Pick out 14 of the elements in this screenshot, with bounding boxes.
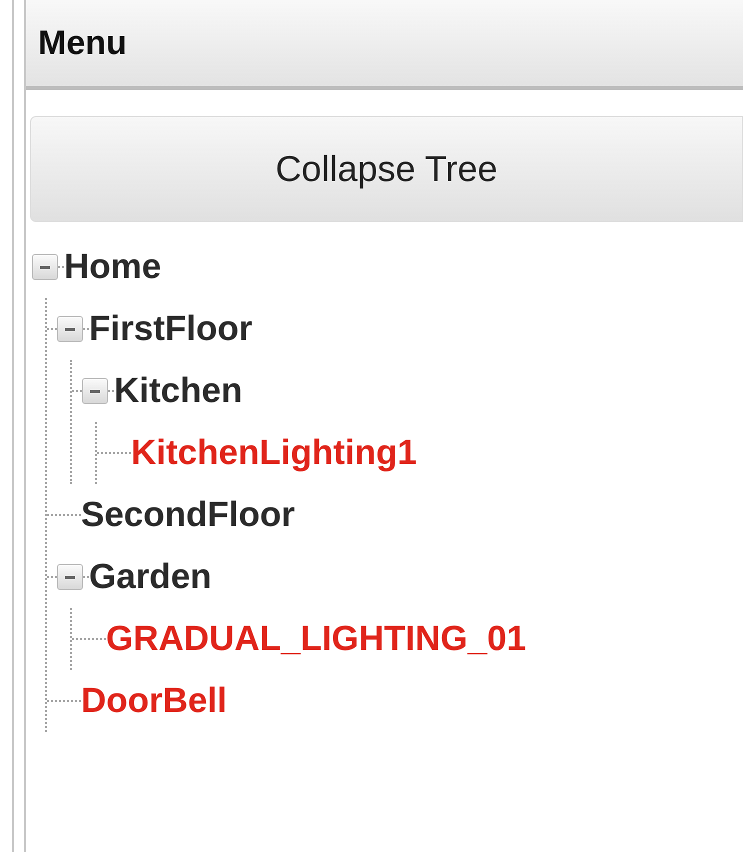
collapse-icon[interactable] — [82, 378, 108, 404]
panel-title: Menu — [38, 22, 127, 64]
tree-item[interactable]: DoorBell — [81, 674, 227, 728]
collapse-icon[interactable] — [32, 254, 58, 280]
tree-item[interactable]: FirstFloor — [89, 302, 252, 356]
tree-item[interactable]: SecondFloor — [81, 488, 295, 542]
tree-item[interactable]: Kitchen — [114, 364, 242, 418]
collapse-icon[interactable] — [57, 564, 83, 590]
tree-item[interactable]: GRADUAL_LIGHTING_01 — [106, 612, 526, 666]
collapse-tree-button[interactable]: Collapse Tree — [30, 116, 743, 222]
tree-item[interactable]: KitchenLighting1 — [131, 426, 417, 480]
tree-item[interactable]: Home — [64, 240, 162, 294]
tree-item[interactable]: Garden — [89, 550, 212, 604]
collapse-icon[interactable] — [57, 316, 83, 342]
